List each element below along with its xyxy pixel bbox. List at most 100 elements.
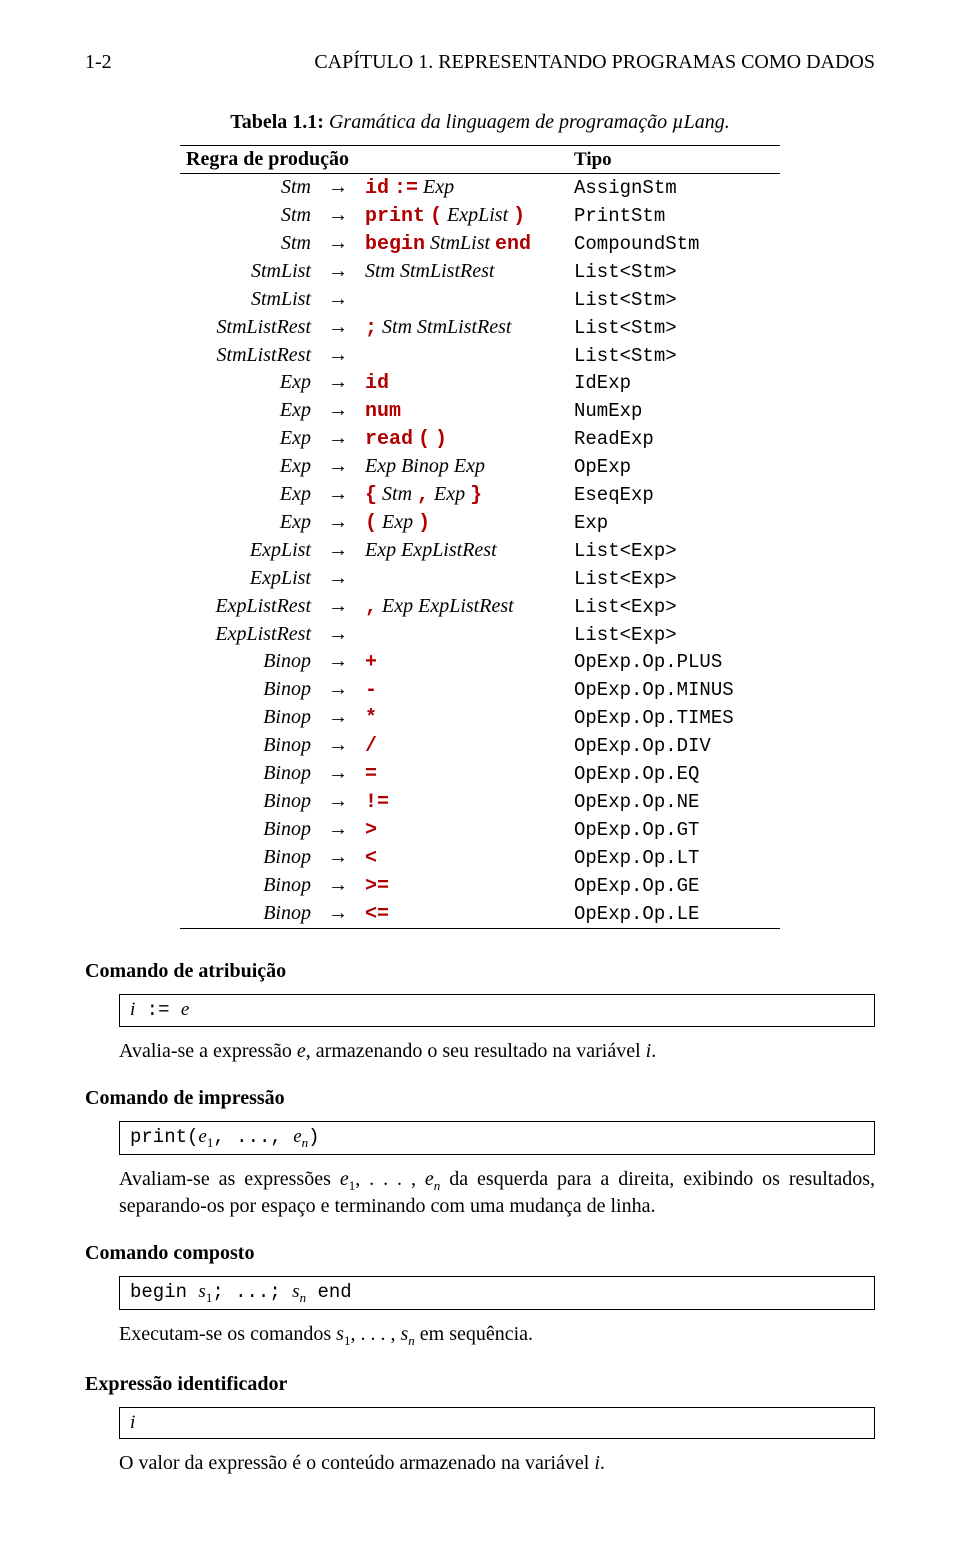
grammar-row: ExpList→List<Exp> (180, 565, 780, 593)
grammar-lhs: Exp (180, 481, 317, 509)
grammar-row: Stm→begin StmList endCompoundStm (180, 230, 780, 258)
grammar-lhs: Binop (180, 816, 317, 844)
grammar-rhs: > (359, 816, 568, 844)
grammar-rhs: < (359, 844, 568, 872)
arrow-icon: → (317, 844, 359, 872)
grammar-row: Exp→numNumExp (180, 397, 780, 425)
compound-code-box: begin s1; ...; sn end (119, 1276, 875, 1310)
arrow-icon: → (317, 676, 359, 704)
grammar-rhs: != (359, 788, 568, 816)
arrow-icon: → (317, 816, 359, 844)
idexp-code-box: i (119, 1407, 875, 1440)
table-caption-text: Gramática da linguagem de programação µL… (329, 111, 730, 133)
chapter-title: CAPÍTULO 1. REPRESENTANDO PROGRAMAS COMO… (314, 50, 875, 75)
arrow-icon: → (317, 648, 359, 676)
table-caption: Tabela 1.1: Gramática da linguagem de pr… (85, 110, 875, 135)
grammar-type: NumExp (568, 397, 780, 425)
grammar-row: Exp→read ( )ReadExp (180, 425, 780, 453)
grammar-lhs: Binop (180, 872, 317, 900)
grammar-lhs: StmList (180, 286, 317, 314)
arrow-icon: → (317, 621, 359, 649)
grammar-type: PrintStm (568, 202, 780, 230)
grammar-lhs: Exp (180, 397, 317, 425)
grammar-type: OpExp.Op.EQ (568, 760, 780, 788)
arrow-icon: → (317, 286, 359, 314)
compound-body: Executam-se os comandos s1, . . . , sn e… (119, 1322, 875, 1349)
grammar-lhs: Binop (180, 844, 317, 872)
arrow-icon: → (317, 342, 359, 370)
grammar-type: List<Exp> (568, 621, 780, 649)
grammar-row: Exp→Exp Binop ExpOpExp (180, 453, 780, 481)
arrow-icon: → (317, 593, 359, 621)
grammar-type: OpExp.Op.GT (568, 816, 780, 844)
grammar-rows: Regra de produção Tipo (180, 146, 780, 173)
grammar-type: ReadExp (568, 425, 780, 453)
grammar-rhs: id (359, 369, 568, 397)
grammar-rhs: ; Stm StmListRest (359, 314, 568, 342)
grammar-row: Binop→=OpExp.Op.EQ (180, 760, 780, 788)
grammar-rhs: read ( ) (359, 425, 568, 453)
grammar-rhs (359, 565, 568, 593)
grammar-lhs: Exp (180, 369, 317, 397)
grammar-type: OpExp.Op.GE (568, 872, 780, 900)
grammar-rhs: >= (359, 872, 568, 900)
grammar-row: Exp→( Exp )Exp (180, 509, 780, 537)
arrow-icon: → (317, 704, 359, 732)
grammar-type: CompoundStm (568, 230, 780, 258)
header-type: Tipo (568, 146, 780, 173)
grammar-type: OpExp.Op.DIV (568, 732, 780, 760)
grammar-rhs: <= (359, 900, 568, 928)
grammar-rhs: Stm StmListRest (359, 258, 568, 286)
grammar-row: StmList→ List<Stm> (180, 286, 780, 314)
grammar-type: List<Stm> (568, 258, 780, 286)
grammar-lhs: Exp (180, 453, 317, 481)
rule-bottom (180, 928, 780, 929)
grammar-rhs (359, 286, 568, 314)
print-body: Avaliam-se as expressões e1, . . . , en … (119, 1167, 875, 1219)
table-label: Tabela 1.1: (230, 111, 324, 133)
page-number: 1-2 (85, 50, 112, 75)
arrow-icon: → (317, 732, 359, 760)
arrow-icon: → (317, 453, 359, 481)
grammar-rhs: / (359, 732, 568, 760)
arrow-icon: → (317, 369, 359, 397)
grammar-type: OpExp.Op.MINUS (568, 676, 780, 704)
grammar-row: ExpList→Exp ExpListRestList<Exp> (180, 537, 780, 565)
grammar-lhs: ExpList (180, 537, 317, 565)
arrow-icon: → (317, 900, 359, 928)
arrow-icon: → (317, 872, 359, 900)
running-head: 1-2 CAPÍTULO 1. REPRESENTANDO PROGRAMAS … (85, 50, 875, 75)
grammar-type: OpExp.Op.PLUS (568, 648, 780, 676)
grammar-row: Stm→print ( ExpList )PrintStm (180, 202, 780, 230)
grammar-rhs: = (359, 760, 568, 788)
grammar-row: Binop→<=OpExp.Op.LE (180, 900, 780, 928)
grammar-lhs: ExpListRest (180, 593, 317, 621)
grammar-type: OpExp.Op.NE (568, 788, 780, 816)
grammar-type: List<Exp> (568, 593, 780, 621)
grammar-type: OpExp.Op.LT (568, 844, 780, 872)
header-lhs: Regra de produção (180, 146, 568, 173)
grammar-type: OpExp.Op.TIMES (568, 704, 780, 732)
grammar-row: Binop→!=OpExp.Op.NE (180, 788, 780, 816)
grammar-lhs: Binop (180, 732, 317, 760)
grammar-type: List<Stm> (568, 342, 780, 370)
grammar-rhs: Exp Binop Exp (359, 453, 568, 481)
grammar-rhs (359, 342, 568, 370)
grammar-row: ExpListRest→ List<Exp> (180, 621, 780, 649)
grammar-row: Binop→+OpExp.Op.PLUS (180, 648, 780, 676)
grammar-type: OpExp (568, 453, 780, 481)
grammar-type: EseqExp (568, 481, 780, 509)
grammar-lhs: Binop (180, 900, 317, 928)
grammar-lhs: ExpListRest (180, 621, 317, 649)
grammar-body: Stm→id := ExpAssignStmStm→print ( ExpLis… (180, 174, 780, 928)
arrow-icon: → (317, 537, 359, 565)
arrow-icon: → (317, 509, 359, 537)
grammar-type: List<Stm> (568, 286, 780, 314)
grammar-rhs: begin StmList end (359, 230, 568, 258)
arrow-icon: → (317, 258, 359, 286)
grammar-lhs: Binop (180, 676, 317, 704)
grammar-row: Exp→{ Stm , Exp }EseqExp (180, 481, 780, 509)
grammar-type: List<Exp> (568, 565, 780, 593)
arrow-icon: → (317, 760, 359, 788)
arrow-icon: → (317, 788, 359, 816)
